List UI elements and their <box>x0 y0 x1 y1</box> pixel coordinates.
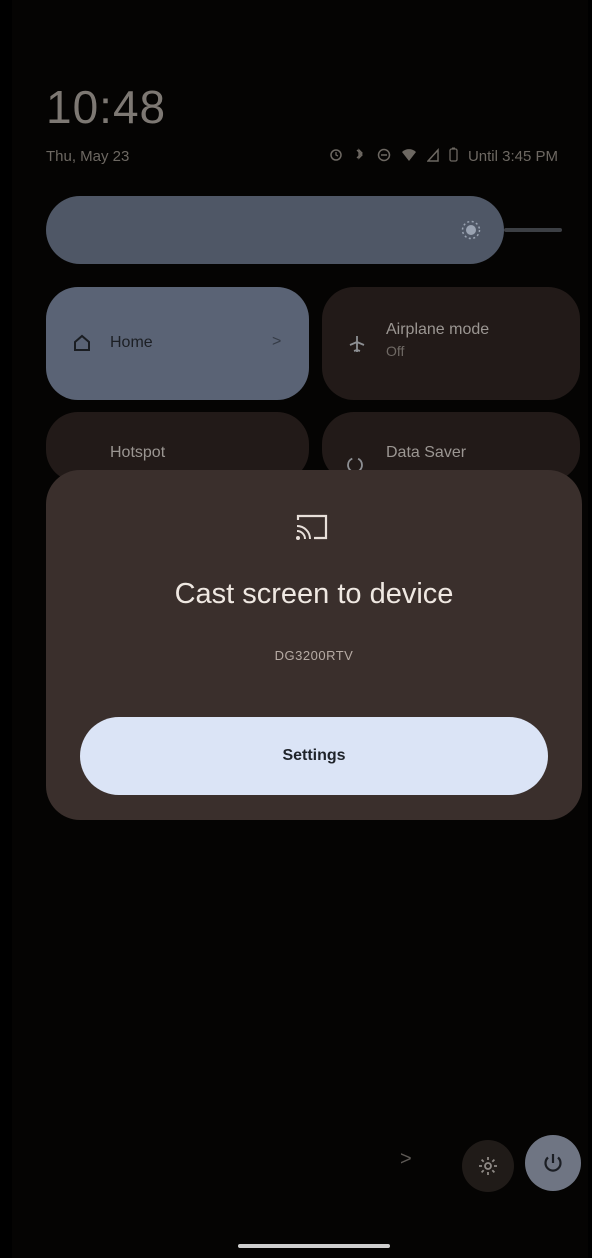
battery-text: Until 3:45 PM <box>467 148 558 165</box>
power-button[interactable] <box>525 1135 581 1191</box>
battery-icon <box>449 147 458 166</box>
notification-shade: 10:48 Thu, May 23 Until 3:45 PM Home > A… <box>12 0 588 1258</box>
cast-dialog: Cast screen to device DG3200RTV Settings <box>46 470 582 820</box>
cast-icon <box>292 512 332 544</box>
vibrate-icon <box>353 147 367 166</box>
power-icon <box>544 1154 562 1172</box>
brightness-track <box>504 228 562 232</box>
tile-airplane-status: Off <box>386 343 405 359</box>
alarm-icon <box>329 148 343 166</box>
dnd-icon <box>377 148 391 166</box>
wifi-icon <box>401 148 417 166</box>
signal-icon <box>426 147 439 166</box>
tile-hotspot-label: Hotspot <box>110 444 166 461</box>
home-indicator[interactable] <box>238 1244 390 1248</box>
settings-button[interactable]: Settings <box>80 717 548 795</box>
tile-airplane-label: Airplane mode <box>386 321 490 338</box>
chevron-right-icon: > <box>272 333 282 350</box>
chevron-right-icon[interactable]: > <box>400 1148 412 1171</box>
gear-icon <box>479 1157 497 1175</box>
tile-airplane-mode[interactable]: Airplane mode Off <box>322 287 580 400</box>
date: Thu, May 23 <box>46 148 130 165</box>
settings-gear-button[interactable] <box>462 1140 514 1192</box>
status-icons: Until 3:45 PM <box>329 147 558 166</box>
tile-home[interactable]: Home > <box>46 287 309 400</box>
tile-data-saver-label: Data Saver <box>386 444 467 461</box>
airplane-icon <box>348 335 366 358</box>
clock: 10:48 <box>46 81 167 133</box>
brightness-icon <box>460 219 482 241</box>
tile-home-label: Home <box>110 334 153 351</box>
brightness-slider[interactable] <box>46 196 504 264</box>
device-name[interactable]: DG3200RTV <box>46 648 582 663</box>
dialog-title: Cast screen to device <box>174 578 454 610</box>
home-icon <box>72 333 92 358</box>
